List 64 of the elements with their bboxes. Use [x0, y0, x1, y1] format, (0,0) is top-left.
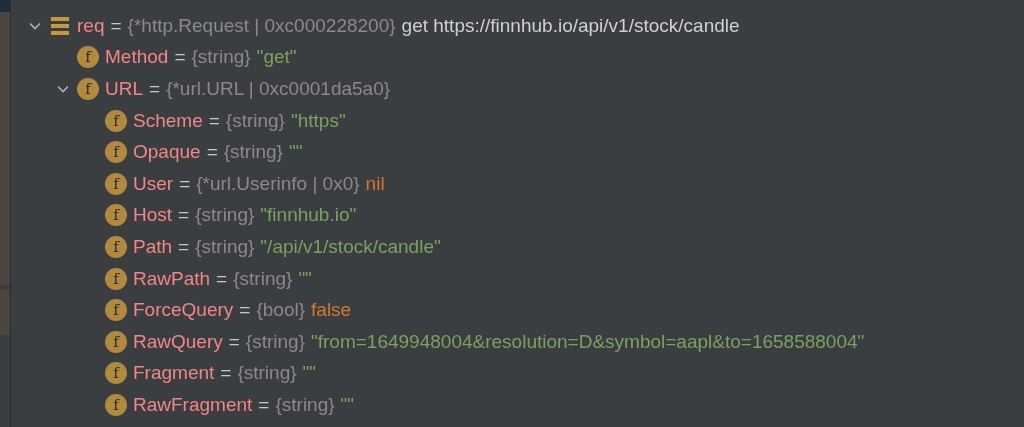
field-icon: f — [105, 330, 127, 353]
variable-value: "" — [340, 393, 355, 416]
field-icon: f — [105, 235, 127, 258]
variable-name: ForceQuery — [133, 299, 234, 322]
equals-sign: = — [206, 141, 218, 164]
stack-icon — [50, 15, 70, 36]
variable-type: {string} — [225, 109, 285, 132]
variable-type: {string} — [195, 235, 255, 258]
variable-value: false — [311, 299, 352, 322]
equals-sign: = — [228, 330, 240, 353]
equals-sign: = — [178, 204, 190, 227]
variable-type: {*url.Userinfo | 0x0} — [196, 172, 360, 195]
field-icon: f — [105, 362, 127, 385]
equals-sign: = — [149, 78, 161, 100]
variable-name: RawQuery — [133, 330, 223, 353]
field-icon: f — [105, 299, 127, 322]
equals-sign: = — [216, 267, 228, 290]
variable-name: RawPath — [133, 267, 211, 290]
equals-sign: = — [110, 14, 122, 37]
variable-type: {string} — [233, 267, 293, 290]
field-icon: f — [105, 172, 127, 195]
equals-sign: = — [258, 393, 270, 416]
variable-type: {string} — [237, 362, 297, 385]
variable-name: Path — [133, 235, 173, 258]
variable-value: "" — [302, 362, 317, 385]
field-icon: f — [105, 109, 127, 132]
equals-sign: = — [220, 362, 232, 385]
equals-sign: = — [239, 299, 251, 322]
variable-value: "" — [298, 267, 312, 290]
variable-name: User — [133, 172, 174, 195]
variable-type: {string} — [275, 393, 335, 416]
field-icon: f — [77, 46, 99, 69]
field-icon: f — [77, 78, 99, 100]
variable-type: {string} — [223, 141, 283, 164]
variable-name: Scheme — [133, 109, 203, 132]
variable-name: URL — [105, 78, 143, 100]
variable-value: get https://finnhub.io/api/v1/stock/candle — [401, 14, 740, 37]
variable-value: "/api/v1/stock/candle" — [260, 235, 441, 258]
variable-type: {bool} — [256, 299, 306, 322]
variable-value: "get" — [256, 46, 297, 69]
variable-type: {string} — [195, 204, 255, 227]
variable-value: "https" — [290, 109, 346, 132]
field-icon: f — [105, 141, 127, 164]
variable-type: {string} — [245, 330, 305, 353]
variable-type: {string} — [191, 46, 251, 69]
variable-type: {*url.URL | 0xc0001da5a0} — [166, 78, 391, 100]
variable-name: Method — [105, 46, 169, 69]
variable-name: Fragment — [133, 362, 215, 385]
variable-name: req — [77, 14, 105, 37]
variable-value: "from=1649948004&resolution=D&symbol=aapl&to=1658588004" — [311, 330, 865, 353]
field-icon: f — [105, 267, 127, 290]
field-icon: f — [105, 393, 127, 416]
variable-type: {*http.Request | 0xc000228200} — [127, 14, 396, 37]
equals-sign: = — [179, 172, 191, 195]
variable-name: Opaque — [133, 141, 201, 164]
field-icon: f — [105, 204, 127, 227]
variable-value: nil — [365, 172, 385, 195]
equals-sign: = — [178, 235, 190, 258]
variable-value: "" — [288, 141, 303, 164]
variable-value: "finnhub.io" — [260, 204, 357, 227]
equals-sign: = — [174, 46, 186, 69]
equals-sign: = — [208, 109, 220, 132]
variable-name: RawFragment — [133, 393, 253, 416]
variable-name: Host — [133, 204, 173, 227]
